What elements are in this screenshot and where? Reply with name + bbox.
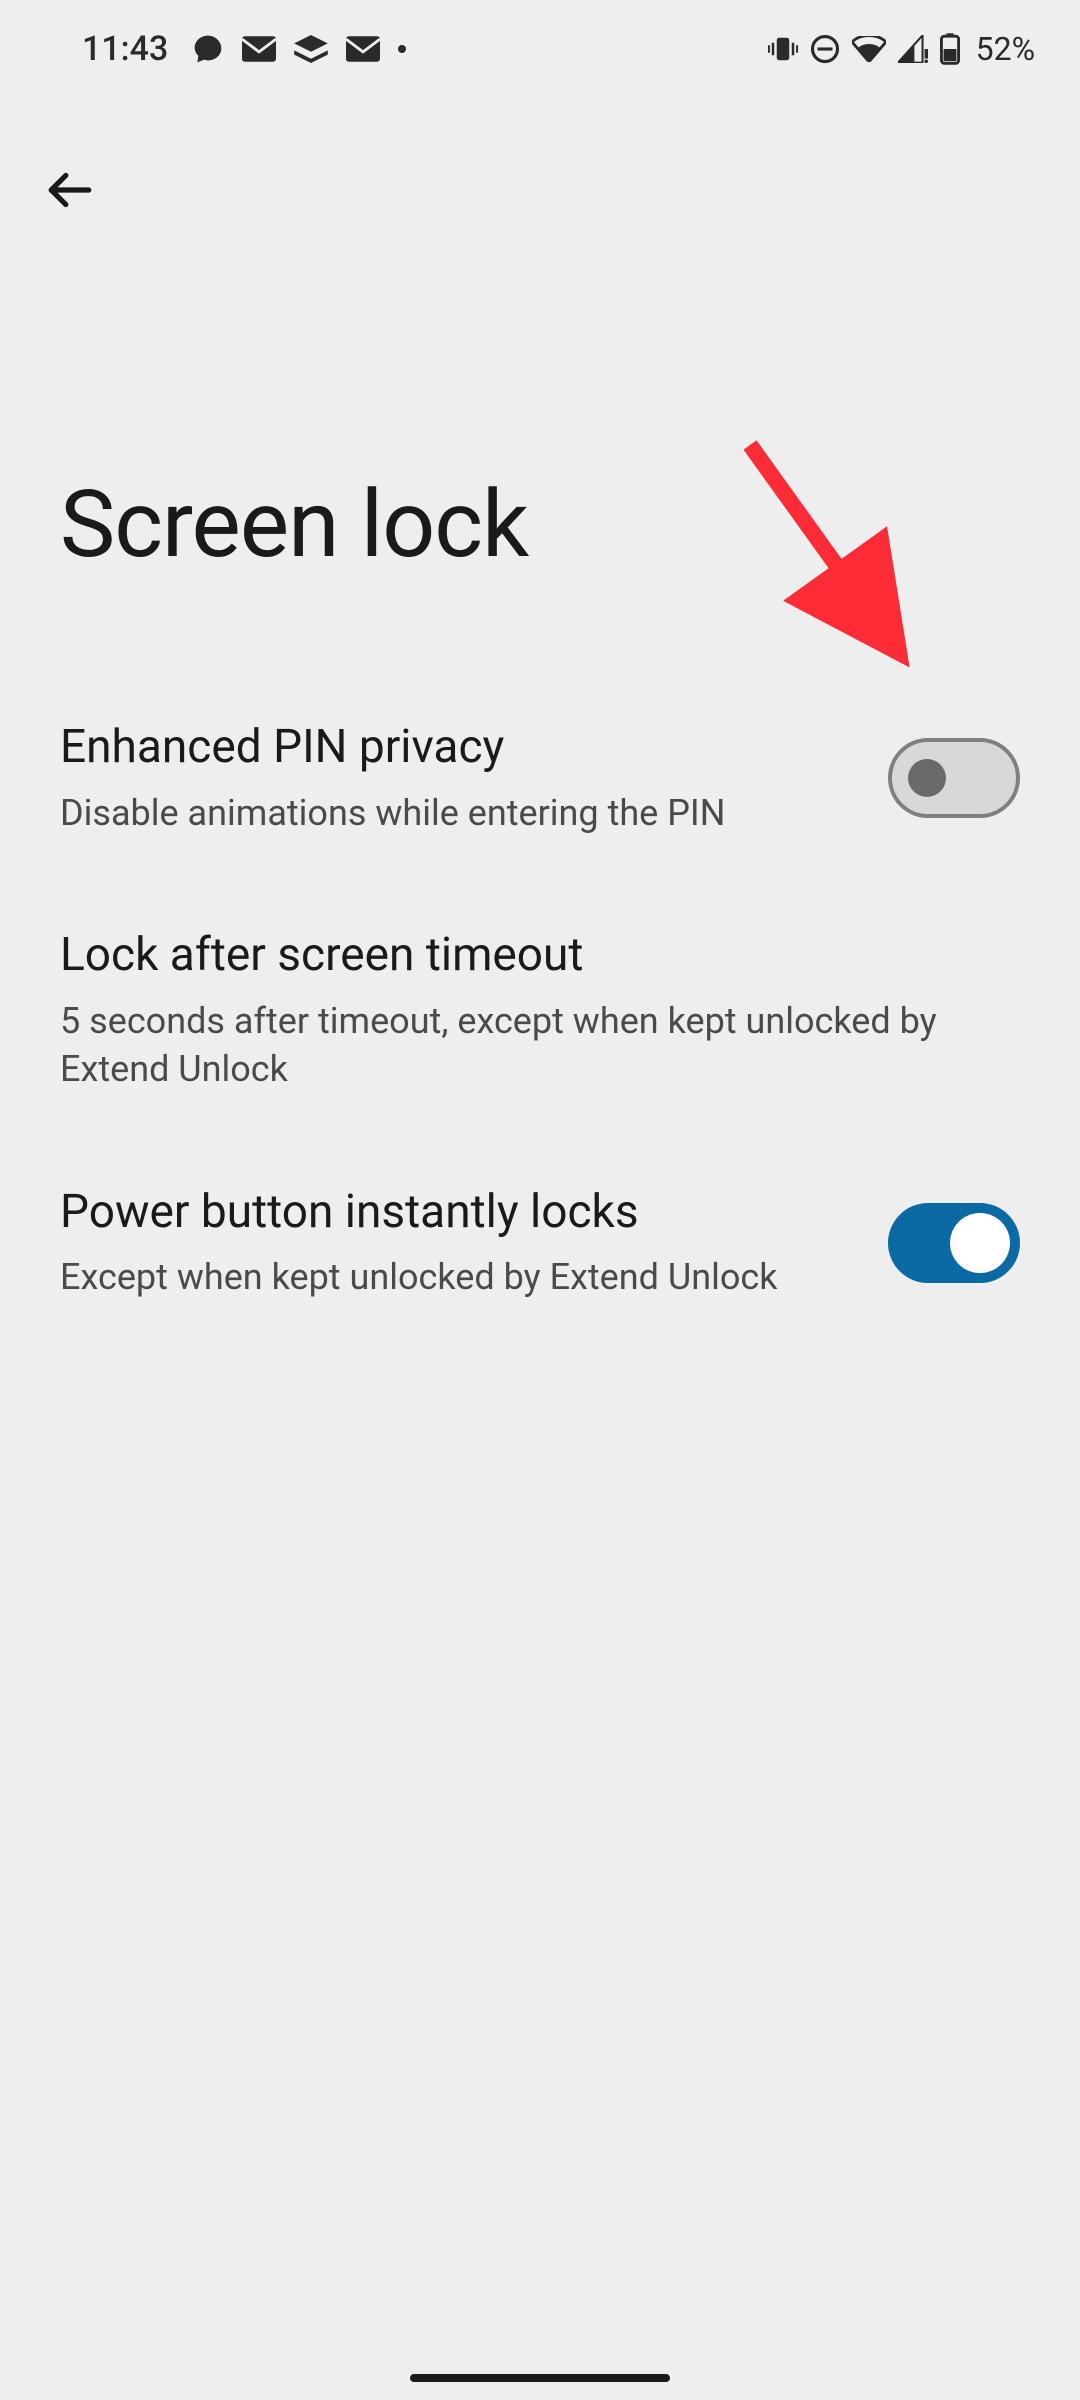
mail-app-icon-2: [346, 36, 380, 62]
setting-subtitle: 5 seconds after timeout, except when kep…: [60, 997, 1020, 1094]
setting-enhanced-pin-privacy[interactable]: Enhanced PIN privacy Disable animations …: [60, 679, 1020, 887]
settings-list: Enhanced PIN privacy Disable animations …: [0, 579, 1080, 1352]
do-not-disturb-icon: [810, 34, 840, 64]
setting-text: Power button instantly locks Except when…: [60, 1184, 858, 1302]
more-notifications-icon: [398, 45, 406, 53]
setting-subtitle: Except when kept unlocked by Extend Unlo…: [60, 1253, 858, 1302]
battery-icon: [940, 33, 960, 65]
vibrate-icon: [768, 34, 798, 64]
mail-app-icon: [242, 36, 276, 62]
status-right: 52%: [768, 30, 1035, 68]
wifi-icon: [852, 36, 886, 62]
layers-icon: [294, 35, 328, 63]
app-bar: [0, 90, 1080, 220]
setting-title: Enhanced PIN privacy: [60, 719, 858, 777]
setting-power-button-locks[interactable]: Power button instantly locks Except when…: [60, 1144, 1020, 1352]
setting-title: Power button instantly locks: [60, 1184, 858, 1242]
battery-percentage: 52%: [976, 30, 1035, 68]
setting-text: Lock after screen timeout 5 seconds afte…: [60, 927, 1020, 1094]
setting-title: Lock after screen timeout: [60, 927, 1020, 985]
back-button[interactable]: [40, 160, 100, 220]
setting-text: Enhanced PIN privacy Disable animations …: [60, 719, 858, 837]
setting-lock-after-timeout[interactable]: Lock after screen timeout 5 seconds afte…: [60, 887, 1020, 1144]
status-time: 11:43: [82, 29, 168, 69]
signal-icon: [898, 35, 928, 63]
toggle-enhanced-pin-privacy[interactable]: [888, 738, 1020, 818]
nav-handle[interactable]: [410, 2374, 670, 2382]
toggle-knob: [908, 759, 946, 797]
page-title: Screen lock: [0, 220, 1080, 579]
status-bar: 11:43 52%: [0, 0, 1080, 90]
setting-subtitle: Disable animations while entering the PI…: [60, 789, 858, 838]
chat-bubble-icon: [192, 33, 224, 65]
toggle-power-button-locks[interactable]: [888, 1203, 1020, 1283]
toggle-knob: [950, 1213, 1010, 1273]
arrow-left-icon: [45, 165, 95, 215]
status-left: 11:43: [82, 29, 406, 69]
